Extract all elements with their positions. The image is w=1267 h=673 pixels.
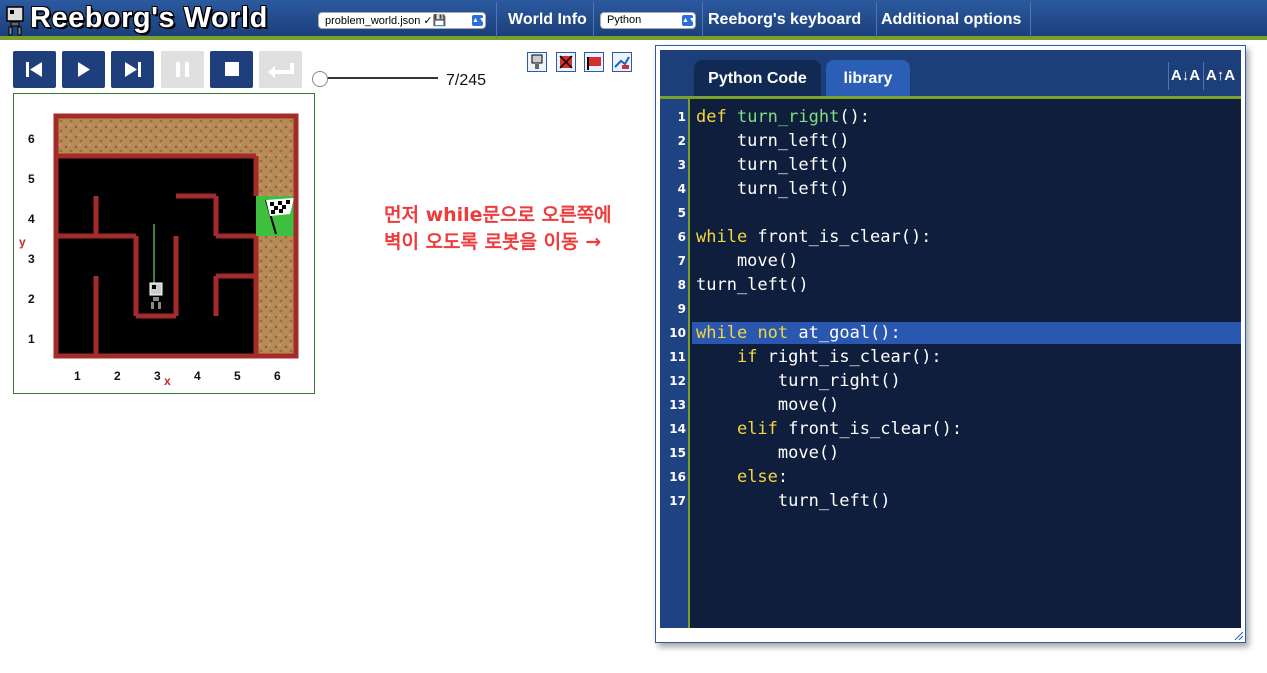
play-icon <box>78 62 90 77</box>
run-button[interactable] <box>62 51 105 88</box>
language-select[interactable]: Python ▲▼ <box>600 12 696 29</box>
annotation-line: 벽이 오도록 로봇을 이동 → <box>384 231 602 253</box>
maze-grid <box>53 113 299 359</box>
code-line: while not at_goal(): <box>696 323 901 343</box>
language-select-value: Python <box>607 14 642 26</box>
world-info-button[interactable]: World Info <box>500 0 595 40</box>
code-line: elif front_is_clear(): <box>736 419 963 439</box>
line-number: 13 <box>669 398 686 412</box>
reload-button[interactable] <box>13 51 56 88</box>
robot-view-button[interactable] <box>527 52 547 72</box>
code-line: turn_left() <box>696 131 850 151</box>
menu-divider <box>1030 2 1031 38</box>
code-line: turn_left() <box>696 491 891 511</box>
code-editor-panel: Python Code library A↓A A↑A 1 2 3 4 5 6 7 8 9 10 1… <box>655 45 1246 643</box>
top-menu-bar: Reeborg's World problem_world.json ✓💾 ▲▼… <box>0 0 1267 40</box>
select-arrows-icon: ▲▼ <box>472 15 486 26</box>
world-select[interactable]: problem_world.json ✓💾 ▲▼ <box>318 12 486 29</box>
code-line: move() <box>696 251 799 271</box>
annotation-line: 먼저 while문으로 오른쪽에 <box>384 204 612 226</box>
code-line: turn_right() <box>696 371 901 391</box>
step-counter: 7/245 <box>446 72 487 89</box>
x-axis-label: x <box>164 374 171 388</box>
wall-edit-icon <box>559 55 573 69</box>
annotation-note: 먼저 while문으로 오른쪽에 벽이 오도록 로봇을 이동 → <box>384 202 634 256</box>
x-tick-label: 4 <box>194 369 201 383</box>
x-tick-label: 6 <box>274 369 281 383</box>
x-tick-label: 1 <box>74 369 81 383</box>
select-arrows-icon: ▲▼ <box>682 15 696 26</box>
code-line: while front_is_clear(): <box>696 227 932 247</box>
code-line: else: <box>736 467 789 487</box>
code-area[interactable]: 1 2 3 4 5 6 7 8 9 10 11 12 13 14 15 16 17 def turn_right… <box>660 96 1241 628</box>
goal-toggle-button[interactable] <box>584 52 604 72</box>
increase-font-button[interactable]: A↑A <box>1203 62 1237 90</box>
menu-divider <box>496 2 497 38</box>
code-line: move() <box>696 395 840 415</box>
y-tick-label: 5 <box>28 172 35 186</box>
line-number: 11 <box>669 350 686 364</box>
flag-icon <box>587 57 601 70</box>
robot-icon <box>531 54 543 69</box>
trace-toggle-button[interactable] <box>612 52 632 72</box>
resize-grip-icon[interactable] <box>1235 632 1243 640</box>
line-number: 3 <box>677 158 686 172</box>
line-number: 7 <box>677 254 686 268</box>
world-canvas: 6 5 4 3 2 1 y 1 2 3 4 5 6 x <box>13 93 315 394</box>
pause-icon <box>176 62 189 77</box>
stop-icon <box>225 62 239 76</box>
skip-back-icon <box>26 62 42 77</box>
world-edit-button[interactable] <box>556 52 576 72</box>
y-tick-label: 4 <box>28 212 35 226</box>
x-tick-label: 3 <box>154 369 161 383</box>
step-button[interactable] <box>111 51 154 88</box>
trace-icon <box>614 56 630 69</box>
step-forward-icon <box>125 62 141 77</box>
y-tick-label: 2 <box>28 292 35 306</box>
line-number: 9 <box>677 302 686 316</box>
speed-slider-thumb[interactable] <box>312 71 328 87</box>
line-number: 4 <box>677 182 686 196</box>
line-number: 17 <box>669 494 686 508</box>
y-tick-label: 6 <box>28 132 35 146</box>
line-number: 14 <box>669 422 686 436</box>
code-line: turn_left() <box>696 275 809 295</box>
code-line: turn_left() <box>696 179 850 199</box>
code-line: def turn_right(): <box>696 107 871 127</box>
line-number: 16 <box>669 470 686 484</box>
line-number: 15 <box>669 446 686 460</box>
line-number-gutter: 1 2 3 4 5 6 7 8 9 10 11 12 13 14 15 16 17 <box>660 99 690 628</box>
pause-button[interactable] <box>161 51 204 88</box>
reeborg-keyboard-button[interactable]: Reeborg's keyboard <box>700 0 869 40</box>
line-number: 10 <box>669 326 686 340</box>
code-line: turn_left() <box>696 155 850 175</box>
line-number: 6 <box>677 230 686 244</box>
y-tick-label: 3 <box>28 252 35 266</box>
tab-python-code[interactable]: Python Code <box>694 60 821 99</box>
menu-divider <box>593 2 594 38</box>
tab-library[interactable]: library <box>826 60 910 99</box>
maze-floor <box>56 156 256 356</box>
app-title: Reeborg's World <box>30 2 268 34</box>
code-line: move() <box>696 443 840 463</box>
reeborg-logo-icon <box>6 6 24 36</box>
additional-options-button[interactable]: Additional options <box>873 0 1029 40</box>
line-number: 12 <box>669 374 686 388</box>
editor-tab-bar: Python Code library A↓A A↑A <box>660 50 1241 99</box>
x-tick-label: 5 <box>234 369 241 383</box>
line-number: 1 <box>677 110 686 124</box>
return-arrow-icon <box>268 63 294 78</box>
y-axis-label: y <box>19 235 26 249</box>
stop-button[interactable] <box>210 51 253 88</box>
decrease-font-button[interactable]: A↓A <box>1168 62 1202 90</box>
speed-slider-track[interactable] <box>318 77 438 79</box>
undo-button[interactable] <box>259 51 302 88</box>
line-number: 8 <box>677 278 686 292</box>
y-tick-label: 1 <box>28 332 35 346</box>
line-number: 5 <box>677 206 686 220</box>
line-number: 2 <box>677 134 686 148</box>
x-tick-label: 2 <box>114 369 121 383</box>
world-select-value: problem_world.json ✓💾 <box>325 15 447 27</box>
code-line: if right_is_clear(): <box>736 347 942 367</box>
